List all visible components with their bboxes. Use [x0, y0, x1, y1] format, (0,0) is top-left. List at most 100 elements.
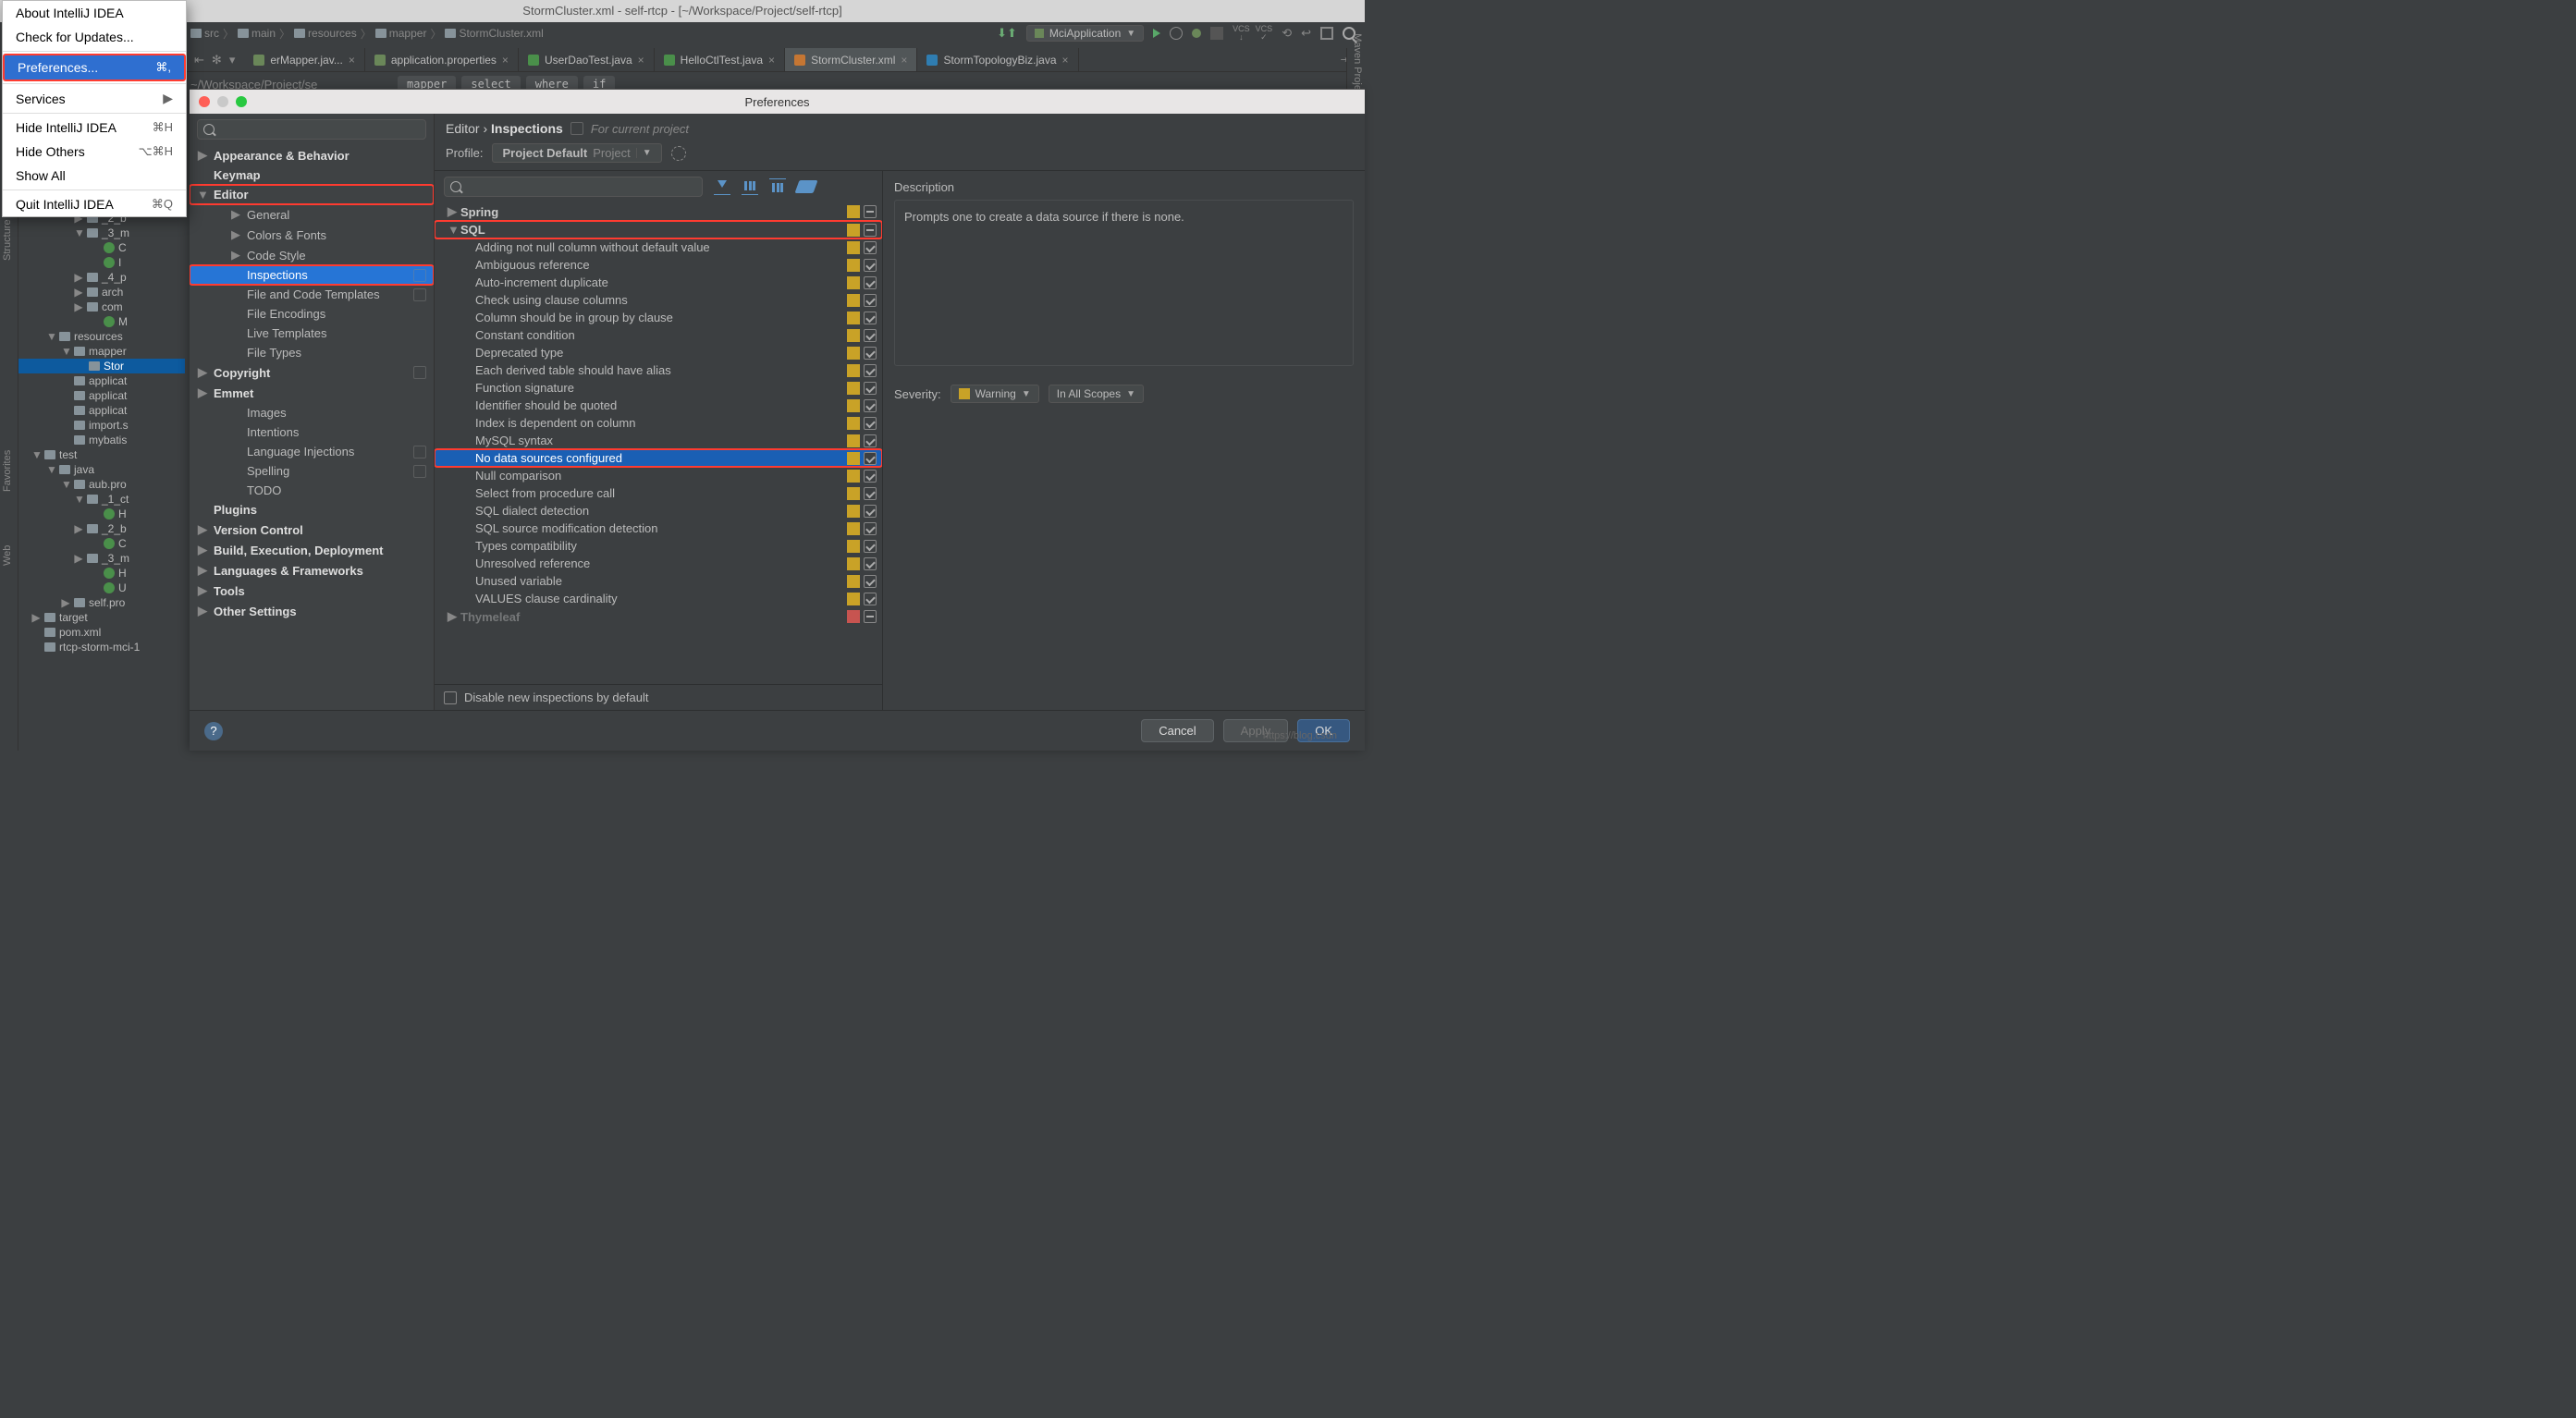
inspection-checkbox[interactable]: [864, 294, 877, 307]
tree-row[interactable]: pom.xml: [18, 625, 185, 640]
settings-node[interactable]: ▼Editor: [190, 185, 434, 204]
inspection-checkbox[interactable]: [864, 347, 877, 360]
disable-new-checkbox[interactable]: [444, 691, 457, 704]
inspection-item[interactable]: No data sources configured: [435, 449, 882, 467]
inspection-checkbox[interactable]: [864, 487, 877, 500]
settings-node[interactable]: ▶Code Style: [190, 245, 434, 265]
inspection-item[interactable]: Identifier should be quoted: [435, 397, 882, 414]
breadcrumb-parent[interactable]: Editor: [446, 121, 480, 136]
settings-node[interactable]: File Encodings: [190, 304, 434, 324]
settings-node[interactable]: Language Injections: [190, 442, 434, 461]
tree-row[interactable]: ▶_4_p: [18, 270, 185, 285]
inspection-item[interactable]: Constant condition: [435, 326, 882, 344]
inspection-checkbox[interactable]: [864, 417, 877, 430]
inspection-item[interactable]: Ambiguous reference: [435, 256, 882, 274]
expand-all-button[interactable]: [742, 178, 758, 195]
inspection-item[interactable]: Check using clause columns: [435, 291, 882, 309]
inspection-checkbox[interactable]: [864, 399, 877, 412]
inspection-checkbox[interactable]: [864, 540, 877, 553]
settings-node[interactable]: ▶Other Settings: [190, 601, 434, 621]
chevron-down-icon[interactable]: ▾: [229, 53, 236, 67]
help-button[interactable]: ?: [204, 722, 223, 740]
settings-node[interactable]: ▶Languages & Frameworks: [190, 560, 434, 581]
inspection-checkbox[interactable]: [864, 557, 877, 570]
inspection-checkbox[interactable]: [864, 224, 877, 237]
inspection-item[interactable]: VALUES clause cardinality: [435, 590, 882, 607]
inspection-checkbox[interactable]: [864, 452, 877, 465]
menu-services[interactable]: Services ▶: [3, 86, 186, 111]
inspection-item[interactable]: MySQL syntax: [435, 432, 882, 449]
menu-check-updates[interactable]: Check for Updates...: [3, 25, 186, 49]
inspection-item[interactable]: Auto-increment duplicate: [435, 274, 882, 291]
tree-row[interactable]: ▶target: [18, 610, 185, 625]
profile-gear-button[interactable]: [671, 146, 686, 161]
history-button[interactable]: ⟲: [1282, 26, 1292, 41]
inspection-checkbox[interactable]: [864, 575, 877, 588]
inspection-group[interactable]: ▼SQL: [435, 221, 882, 238]
vcs-commit-button[interactable]: VCS✓: [1256, 25, 1273, 42]
inspection-checkbox[interactable]: [864, 434, 877, 447]
breadcrumb-item[interactable]: mapper: [375, 27, 427, 40]
settings-node[interactable]: File and Code Templates: [190, 285, 434, 304]
web-tool-button[interactable]: Web: [2, 545, 13, 566]
revert-button[interactable]: ↩: [1301, 26, 1311, 41]
settings-node[interactable]: ▶Version Control: [190, 520, 434, 540]
tree-row[interactable]: ▼mapper: [18, 344, 185, 359]
inspection-item[interactable]: Each derived table should have alias: [435, 361, 882, 379]
inspection-checkbox[interactable]: [864, 241, 877, 254]
inspection-item[interactable]: Column should be in group by clause: [435, 309, 882, 326]
cancel-button[interactable]: Cancel: [1141, 719, 1213, 742]
editor-tab[interactable]: StormTopologyBiz.java×: [917, 48, 1078, 71]
coverage-button[interactable]: [1192, 29, 1201, 38]
settings-tree[interactable]: ▶Appearance & BehaviorKeymap▼Editor▶Gene…: [190, 145, 434, 710]
inspection-checkbox[interactable]: [864, 382, 877, 395]
tree-row[interactable]: ▼aub.pro: [18, 477, 185, 492]
menu-preferences[interactable]: Preferences... ⌘,: [3, 54, 186, 81]
tree-row[interactable]: applicat: [18, 403, 185, 418]
run-button[interactable]: [1153, 29, 1160, 38]
tree-row[interactable]: ▼test: [18, 447, 185, 462]
tree-row[interactable]: ▼_3_m: [18, 226, 185, 240]
settings-node[interactable]: Keymap: [190, 165, 434, 185]
tree-row[interactable]: ▼java: [18, 462, 185, 477]
breadcrumb-item[interactable]: main: [238, 27, 276, 40]
tree-row[interactable]: I: [18, 255, 185, 270]
breadcrumb-item[interactable]: resources: [294, 27, 357, 40]
editor-tab[interactable]: StormCluster.xml×: [785, 48, 917, 71]
editor-tab[interactable]: erMapper.jav...×: [244, 48, 365, 71]
favorites-tool-button[interactable]: Favorites: [2, 450, 13, 492]
inspection-group[interactable]: ▶Thymeleaf: [435, 607, 882, 626]
inspection-checkbox[interactable]: [864, 205, 877, 218]
tree-row[interactable]: ▶arch: [18, 285, 185, 299]
inspection-item[interactable]: SQL dialect detection: [435, 502, 882, 520]
gear-icon[interactable]: ✻: [212, 53, 222, 67]
tree-row[interactable]: ▶_2_b: [18, 521, 185, 536]
inspection-checkbox[interactable]: [864, 329, 877, 342]
tree-row[interactable]: ▶com: [18, 299, 185, 314]
tree-row[interactable]: rtcp-storm-mci-1: [18, 640, 185, 654]
settings-node[interactable]: Live Templates: [190, 324, 434, 343]
profile-dropdown[interactable]: Project Default Project ▼: [492, 143, 661, 163]
tree-row[interactable]: H: [18, 507, 185, 521]
settings-node[interactable]: ▶Colors & Fonts: [190, 225, 434, 245]
inspection-checkbox[interactable]: [864, 364, 877, 377]
inspection-checkbox[interactable]: [864, 470, 877, 483]
inspection-item[interactable]: Function signature: [435, 379, 882, 397]
tree-row[interactable]: applicat: [18, 373, 185, 388]
menu-hide-others[interactable]: Hide Others ⌥⌘H: [3, 140, 186, 164]
settings-node[interactable]: TODO: [190, 481, 434, 500]
inspection-checkbox[interactable]: [864, 593, 877, 605]
collapse-all-button[interactable]: [769, 178, 786, 195]
inspection-item[interactable]: SQL source modification detection: [435, 520, 882, 537]
scope-dropdown[interactable]: In All Scopes ▼: [1049, 385, 1144, 403]
menu-hide[interactable]: Hide IntelliJ IDEA ⌘H: [3, 116, 186, 140]
inspection-item[interactable]: Select from procedure call: [435, 484, 882, 502]
inspection-item[interactable]: Unused variable: [435, 572, 882, 590]
inspections-list[interactable]: ▶Spring▼SQLAdding not null column withou…: [435, 202, 882, 684]
menu-show-all[interactable]: Show All: [3, 164, 186, 188]
menu-about[interactable]: About IntelliJ IDEA: [3, 1, 186, 25]
debug-button[interactable]: [1170, 27, 1183, 40]
inspection-item[interactable]: Unresolved reference: [435, 555, 882, 572]
settings-node[interactable]: ▶Tools: [190, 581, 434, 601]
breadcrumb-item[interactable]: src: [190, 27, 219, 40]
